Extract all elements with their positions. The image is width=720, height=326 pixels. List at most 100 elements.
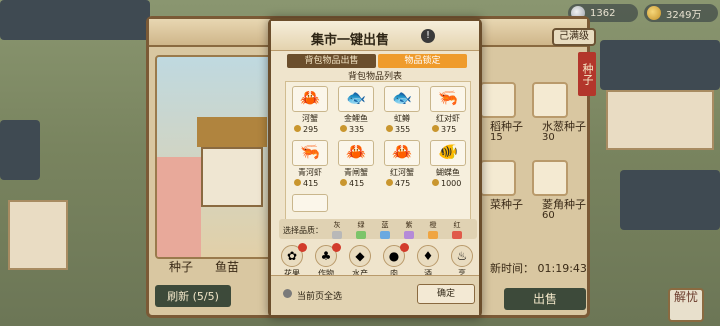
- building-wall: [8, 200, 68, 270]
- refresh-timer: 新时间： 01:19:43: [490, 262, 587, 275]
- shop-roof: [197, 117, 267, 147]
- quality-name: 橙: [429, 221, 437, 229]
- tab-lock-items[interactable]: 物品锁定: [378, 54, 467, 68]
- item-price: 375: [432, 125, 456, 134]
- shrimp-icon: 🦐: [300, 142, 320, 161]
- item-name: 青闸蟹: [344, 168, 368, 177]
- shop-front: [201, 147, 263, 207]
- quality-name: 蓝: [381, 221, 389, 229]
- quality-name: 紫: [405, 221, 413, 229]
- seed-item[interactable]: 菱角种子 60: [532, 160, 626, 221]
- info-icon[interactable]: !: [421, 29, 435, 43]
- dialog-header: 集市一键出售 !: [271, 21, 479, 51]
- coin-counter: 3249万: [644, 4, 718, 22]
- tropical-fish-icon: 🐠: [438, 142, 458, 161]
- item-price: 415: [294, 179, 318, 188]
- shrimp-icon: 🦐: [438, 88, 458, 107]
- seed-price: 30: [542, 132, 555, 143]
- level-badge: 己满级: [552, 28, 596, 46]
- item-name: 红对虾: [436, 114, 460, 123]
- seed-bag-icon: [532, 160, 568, 196]
- coin-icon: [647, 6, 661, 20]
- item-price: 415: [340, 179, 364, 188]
- side-tab-seed[interactable]: 种子: [578, 52, 596, 96]
- bag-item[interactable]: 🦀 河蟹 295: [292, 86, 332, 136]
- quality-swatch: [380, 231, 390, 239]
- sell-button[interactable]: 出售: [504, 288, 586, 310]
- silver-value: 1362: [590, 7, 616, 19]
- fish-icon: ◆: [349, 245, 371, 267]
- dialog-title: 集市一键出售: [311, 33, 390, 48]
- quality-name: 灰: [333, 221, 341, 229]
- quick-sell-dialog: 集市一键出售 ! 背包物品出售 物品锁定 背包物品列表 🦀 河蟹 295 🐟 金…: [268, 18, 482, 318]
- seed-price: 60: [542, 210, 555, 221]
- cook-icon: ♨: [451, 245, 473, 267]
- item-price: 1000: [432, 179, 461, 188]
- wine-icon: ♦: [417, 245, 439, 267]
- item-name: 红河蟹: [390, 168, 414, 177]
- bag-item[interactable]: 🦀 青闸蟹 415: [338, 140, 378, 190]
- bag-item[interactable]: 🦐 青河虾 415: [292, 140, 332, 190]
- quality-option[interactable]: 灰: [329, 220, 345, 239]
- quality-option[interactable]: 绿: [353, 220, 369, 239]
- select-all-checkbox[interactable]: [283, 289, 292, 298]
- bag-item[interactable]: 🐟 虹鳟 355: [384, 86, 424, 136]
- building-roof: [0, 0, 150, 40]
- bag-item-grid: 🦀 河蟹 295 🐟 金鲤鱼 335 🐟 虹鳟 355 🦐 红对虾 375 🦐 …: [285, 81, 471, 231]
- item-price: 475: [386, 179, 410, 188]
- quality-label: 选择品质：: [283, 226, 323, 235]
- crab-icon: 🦀: [300, 88, 320, 107]
- building-roof: [0, 120, 40, 180]
- corner-menu-icon[interactable]: 解忧: [668, 288, 704, 322]
- coin-value: 3249万: [666, 9, 702, 21]
- tab-sell-bag-items[interactable]: 背包物品出售: [287, 54, 376, 68]
- bag-item[interactable]: 🦀 红河蟹 475: [384, 140, 424, 190]
- quality-swatch: [428, 231, 438, 239]
- item-price: 335: [340, 125, 364, 134]
- bag-item[interactable]: 🦐 红对虾 375: [430, 86, 470, 136]
- bag-item[interactable]: 🐠 蝴蝶鱼 1000: [430, 140, 470, 190]
- dialog-footer: 当前页全选 确定: [271, 275, 479, 315]
- quality-swatch: [404, 231, 414, 239]
- quality-name: 绿: [357, 221, 365, 229]
- quality-swatch: [332, 231, 342, 239]
- item-frame: [292, 194, 328, 212]
- seed-bag-icon: [532, 82, 568, 118]
- tab-seed[interactable]: 种子: [169, 258, 193, 275]
- item-name: 金鲤鱼: [344, 114, 368, 123]
- confirm-button[interactable]: 确定: [417, 284, 475, 304]
- blocked-icon: [332, 243, 341, 252]
- seed-bag-icon: [480, 82, 516, 118]
- quality-option[interactable]: 紫: [401, 220, 417, 239]
- blossom-tree: [157, 157, 201, 257]
- fish-icon: 🐟: [346, 88, 366, 107]
- dialog-tabs: 背包物品出售 物品锁定: [287, 54, 467, 68]
- select-all-label: 当前页全选: [297, 292, 343, 302]
- item-price: 355: [386, 125, 410, 134]
- quality-name: 红: [453, 221, 461, 229]
- blocked-icon: [400, 243, 409, 252]
- crab-icon: 🦀: [392, 142, 412, 161]
- market-shop-illustration: [155, 55, 273, 259]
- item-name: 蝴蝶鱼: [436, 168, 460, 177]
- blocked-icon: [298, 243, 307, 252]
- seed-bag-icon: [480, 160, 516, 196]
- fish-icon: 🐟: [392, 88, 412, 107]
- bag-item[interactable]: 🐟 金鲤鱼 335: [338, 86, 378, 136]
- refresh-button[interactable]: 刷新 (5/5): [155, 285, 231, 307]
- tab-fry[interactable]: 鱼苗: [215, 258, 239, 275]
- item-name: 虹鳟: [394, 114, 410, 123]
- quality-swatch: [356, 231, 366, 239]
- building-roof: [620, 170, 720, 230]
- seed-price: 15: [490, 132, 503, 143]
- quality-swatch: [452, 231, 462, 239]
- item-name: 青河虾: [298, 168, 322, 177]
- item-name: 河蟹: [302, 114, 318, 123]
- quality-filter: 选择品质： 灰 绿 蓝 紫 橙 红: [279, 219, 477, 239]
- quality-option[interactable]: 橙: [425, 220, 441, 239]
- quality-option[interactable]: 红: [449, 220, 465, 239]
- item-price: 295: [294, 125, 318, 134]
- quality-option[interactable]: 蓝: [377, 220, 393, 239]
- seed-name: 菜种子: [490, 198, 523, 211]
- crab-icon: 🦀: [346, 142, 366, 161]
